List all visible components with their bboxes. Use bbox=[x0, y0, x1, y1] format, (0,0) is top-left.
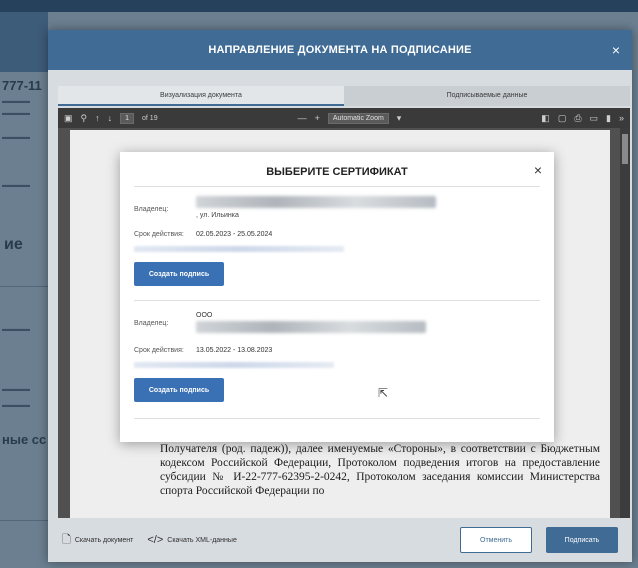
certificate-dialog: ВЫБЕРИТЕ СЕРТИФИКАТ × Владелец: , ул. Ил… bbox=[120, 152, 554, 442]
tools-icon[interactable]: » bbox=[619, 113, 624, 123]
tab-signed-data[interactable]: Подписываемые данные bbox=[344, 86, 630, 106]
owner-address: , ул. Ильинка bbox=[196, 212, 239, 219]
background-text-line: ▬▬▬▬ bbox=[2, 98, 30, 105]
certificate-id-redacted bbox=[134, 362, 334, 368]
pdf-scroll-thumb[interactable] bbox=[622, 134, 628, 164]
pdf-page-text: Получателя (род. падеж)), далее именуемы… bbox=[160, 443, 600, 497]
owner-name-redacted bbox=[196, 321, 426, 333]
certificate-item: Владелец: , ул. Ильинка Срок действия: 0… bbox=[134, 196, 534, 286]
pdf-toolbar: ▣ ⚲ ↑ ↓ 1 of 19 — + Automatic Zoom ▾ ◧ ▢… bbox=[58, 108, 630, 128]
background-text-line: ▬▬▬▬ bbox=[2, 386, 30, 393]
owner-label: Владелец: bbox=[134, 206, 169, 213]
background-text-line: ▬▬▬▬ bbox=[2, 326, 30, 333]
validity-label: Срок действия: bbox=[134, 231, 184, 238]
create-signature-button[interactable]: Создать подпись bbox=[134, 378, 224, 402]
background-fragment-2: ие bbox=[4, 236, 23, 253]
background-text-line: ▬▬▬▬ bbox=[2, 134, 30, 141]
print-icon[interactable]: ⎙ bbox=[574, 113, 581, 124]
background-divider bbox=[0, 286, 48, 287]
validity-value: 02.05.2023 - 25.05.2024 bbox=[196, 231, 273, 238]
presentation-icon[interactable]: ◧ bbox=[541, 113, 550, 124]
close-icon[interactable]: × bbox=[534, 162, 542, 178]
modal-tabs: Визуализация документа Подписываемые дан… bbox=[58, 86, 630, 106]
pdf-vertical-scrollbar[interactable] bbox=[620, 128, 630, 528]
tab-document-visualization[interactable]: Визуализация документа bbox=[58, 86, 344, 106]
arrow-up-icon[interactable]: ↑ bbox=[95, 113, 100, 123]
bookmark-icon[interactable]: ▮ bbox=[606, 113, 611, 124]
background-fragment-3: ные сс bbox=[2, 432, 47, 447]
dialog-divider bbox=[134, 300, 540, 301]
open-file-icon[interactable]: ▢ bbox=[558, 113, 567, 124]
sidebar-toggle-icon[interactable]: ▣ bbox=[64, 113, 73, 124]
close-icon[interactable]: × bbox=[612, 42, 620, 58]
download-icon[interactable]: ▭ bbox=[590, 113, 599, 124]
dialog-divider bbox=[134, 186, 540, 187]
sign-button[interactable]: Подписать bbox=[546, 527, 618, 553]
page-number-input[interactable]: 1 bbox=[120, 112, 135, 124]
zoom-in-icon[interactable]: + bbox=[315, 113, 320, 123]
code-icon: </> bbox=[147, 534, 164, 546]
certificate-id-redacted bbox=[134, 246, 344, 252]
page-total: of 19 bbox=[142, 114, 158, 122]
background-topbar bbox=[0, 0, 638, 12]
download-xml-link[interactable]: </> Скачать XML-данные bbox=[147, 534, 236, 546]
create-signature-button[interactable]: Создать подпись bbox=[134, 262, 224, 286]
zoom-select[interactable]: Automatic Zoom bbox=[327, 112, 389, 124]
background-text-line: ▬▬▬▬ bbox=[2, 402, 30, 409]
certificate-item: Владелец: ООО Срок действия: 13.05.2022 … bbox=[134, 312, 534, 402]
background-text-line: ▬▬▬▬ bbox=[2, 182, 30, 189]
certificate-dialog-title: ВЫБЕРИТЕ СЕРТИФИКАТ bbox=[266, 166, 408, 178]
document-icon: 🗋 bbox=[62, 533, 71, 546]
owner-prefix: ООО bbox=[196, 312, 213, 319]
chevron-down-icon: ▾ bbox=[396, 112, 402, 123]
dialog-divider bbox=[134, 418, 540, 419]
modal-title: НАПРАВЛЕНИЕ ДОКУМЕНТА НА ПОДПИСАНИЕ bbox=[208, 44, 472, 56]
zoom-out-icon[interactable]: — bbox=[298, 113, 307, 123]
mouse-cursor-icon: ⇱ bbox=[378, 386, 389, 400]
download-document-label: Скачать документ bbox=[74, 536, 134, 544]
background-divider bbox=[0, 520, 48, 521]
download-xml-label: Скачать XML-данные bbox=[167, 536, 237, 544]
modal-header: НАПРАВЛЕНИЕ ДОКУМЕНТА НА ПОДПИСАНИЕ × bbox=[48, 30, 632, 70]
modal-footer: 🗋 Скачать документ </> Скачать XML-данны… bbox=[48, 518, 632, 562]
background-fragment-1: 777-11 bbox=[2, 78, 42, 93]
background-text-line: ▬▬▬▬ bbox=[2, 110, 30, 117]
download-document-link[interactable]: 🗋 Скачать документ bbox=[62, 531, 133, 550]
owner-name-redacted bbox=[196, 196, 436, 208]
owner-label: Владелец: bbox=[134, 320, 169, 327]
search-icon[interactable]: ⚲ bbox=[81, 113, 88, 124]
validity-label: Срок действия: bbox=[134, 347, 184, 354]
arrow-down-icon[interactable]: ↓ bbox=[108, 113, 113, 123]
background-side-header bbox=[0, 12, 48, 72]
validity-value: 13.05.2022 - 13.08.2023 bbox=[196, 347, 273, 354]
cancel-button[interactable]: Отменить bbox=[460, 527, 532, 553]
